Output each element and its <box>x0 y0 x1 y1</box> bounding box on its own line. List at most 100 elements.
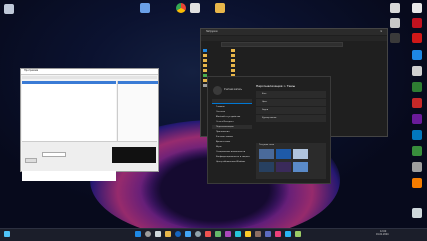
settings-search[interactable] <box>212 99 252 104</box>
app-title: Программа <box>24 69 39 72</box>
nav-item[interactable] <box>203 59 207 62</box>
option-background[interactable]: Фон <box>256 91 326 98</box>
avatar <box>213 86 222 95</box>
desktop-icon-r7[interactable] <box>412 50 422 60</box>
nav-accessibility[interactable]: Специальные возможности <box>216 151 245 153</box>
desktop-icon-r3[interactable] <box>390 18 400 28</box>
explorer-titlebar[interactable]: Загрузки × <box>201 29 387 35</box>
taskbar <box>0 228 427 241</box>
theme-thumbnail[interactable] <box>259 149 274 159</box>
app-icon[interactable] <box>285 231 291 237</box>
file-row[interactable] <box>231 49 235 52</box>
file-row[interactable] <box>231 69 235 72</box>
current-theme-panel: Текущая тема <box>256 143 326 179</box>
store-icon[interactable] <box>185 231 191 237</box>
explorer-icon[interactable] <box>165 231 171 237</box>
task-view-icon[interactable] <box>155 231 161 237</box>
app-icon[interactable] <box>245 231 251 237</box>
app-button[interactable] <box>25 158 37 163</box>
theme-thumbnail[interactable] <box>293 149 308 159</box>
app-icon[interactable] <box>295 231 301 237</box>
app-input-field[interactable] <box>42 152 66 157</box>
nav-network[interactable]: Сеть и Интернет <box>216 121 234 123</box>
explorer-address-bar[interactable] <box>221 42 343 47</box>
search-icon[interactable] <box>145 231 151 237</box>
desktop-icon-r11[interactable] <box>412 114 422 124</box>
desktop-icon-r12[interactable] <box>412 130 422 140</box>
start-icon[interactable] <box>135 231 141 237</box>
desktop-icon-chrome[interactable] <box>176 3 186 13</box>
nav-apps[interactable]: Приложения <box>216 131 229 133</box>
nav-item[interactable] <box>203 49 207 52</box>
app-dark-terminal <box>112 147 156 163</box>
option-label: Звуки <box>262 109 269 111</box>
nav-privacy[interactable]: Конфиденциальность и защита <box>216 156 250 158</box>
settings-titlebar[interactable] <box>208 77 330 82</box>
recycle-bin-icon[interactable] <box>412 208 422 218</box>
browser-icon[interactable] <box>175 231 181 237</box>
app-titlebar[interactable]: Программа <box>21 69 158 75</box>
desktop-icon-r4[interactable] <box>412 18 422 28</box>
file-row[interactable] <box>231 54 235 57</box>
file-row[interactable] <box>231 64 235 67</box>
settings-icon[interactable] <box>195 231 201 237</box>
app-icon[interactable] <box>235 231 241 237</box>
nav-item[interactable] <box>203 69 207 72</box>
option-sounds[interactable]: Звуки <box>256 107 326 114</box>
theme-thumbnail[interactable] <box>276 162 291 172</box>
nav-system[interactable]: Система <box>216 111 225 113</box>
app-icon[interactable] <box>225 231 231 237</box>
settings-window[interactable]: Учетная запись Главная Система Bluetooth… <box>207 76 331 184</box>
app-icon[interactable] <box>255 231 261 237</box>
desktop-icon-r6[interactable] <box>412 33 422 43</box>
nav-games[interactable]: Игры <box>216 146 221 148</box>
desktop-icon-r10[interactable] <box>412 98 422 108</box>
settings-sidebar: Учетная запись Главная Система Bluetooth… <box>210 83 254 183</box>
app-toolbar <box>22 76 157 79</box>
desktop-icon-r14[interactable] <box>412 162 422 172</box>
app-window[interactable]: Программа <box>20 68 159 181</box>
nav-update[interactable]: Центр обновления Windows <box>216 161 245 163</box>
breadcrumb: Персонализация > Темы <box>256 84 295 88</box>
desktop-icon-r9[interactable] <box>412 82 422 92</box>
app-icon[interactable] <box>215 231 221 237</box>
app-selected-row[interactable] <box>22 81 116 84</box>
option-label: Курсор мыши <box>262 117 277 119</box>
app-icon[interactable] <box>205 231 211 237</box>
system-tray[interactable]: 12:00 01.01.2024 <box>370 230 400 238</box>
nav-bluetooth[interactable]: Bluetooth и устройства <box>216 116 240 118</box>
nav-time[interactable]: Время и язык <box>216 141 230 143</box>
nav-item[interactable] <box>203 54 207 57</box>
desktop-icon-r1[interactable] <box>390 3 400 13</box>
explorer-toolbar <box>201 36 387 41</box>
desktop-icon-folder[interactable] <box>215 3 225 13</box>
option-cursor[interactable]: Курсор мыши <box>256 115 326 122</box>
settings-user-name: Учетная запись <box>224 88 242 91</box>
desktop-icon-r8[interactable] <box>412 66 422 76</box>
desktop-icon-4[interactable] <box>190 3 200 13</box>
desktop-icon-r5[interactable] <box>390 33 400 43</box>
file-row[interactable] <box>231 59 235 62</box>
theme-thumbnail[interactable] <box>259 162 274 172</box>
theme-thumbnail[interactable] <box>276 149 291 159</box>
app-icon[interactable] <box>275 231 281 237</box>
breadcrumb-parent[interactable]: Персонализация <box>256 84 282 88</box>
clock-date: 01.01.2024 <box>376 233 389 236</box>
desktop-icon-2[interactable] <box>140 3 150 13</box>
option-label: Цвет <box>262 101 268 103</box>
nav-accounts[interactable]: Учетные записи <box>216 136 233 138</box>
option-color[interactable]: Цвет <box>256 99 326 106</box>
nav-personalization[interactable]: Персонализация <box>216 126 234 128</box>
option-label: Фон <box>262 93 267 95</box>
desktop-icon-1[interactable] <box>4 4 14 14</box>
desktop-icon-r13[interactable] <box>412 146 422 156</box>
theme-thumbnail[interactable] <box>293 162 308 172</box>
app-right-panel-header <box>118 81 158 84</box>
widgets-icon[interactable] <box>4 231 10 237</box>
app-icon[interactable] <box>265 231 271 237</box>
nav-home[interactable]: Главная <box>216 106 225 108</box>
desktop-icon-r15[interactable] <box>412 178 422 188</box>
close-icon[interactable]: × <box>380 29 383 33</box>
desktop-icon-r2[interactable] <box>412 3 422 13</box>
nav-item[interactable] <box>203 64 207 67</box>
